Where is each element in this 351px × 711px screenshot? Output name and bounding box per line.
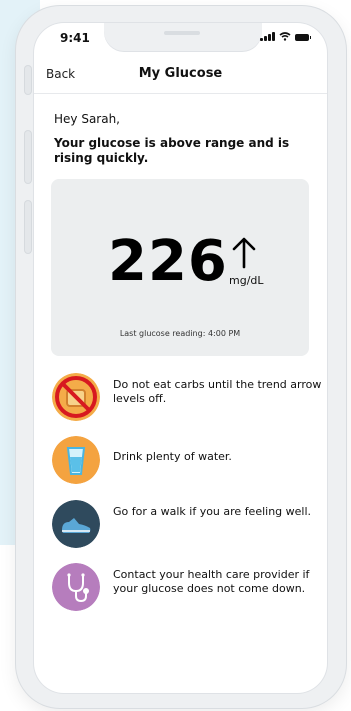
glucose-reading-card: 226 mg/dL Last glucose reading: 4:00 PM <box>51 179 309 356</box>
last-reading-time: Last glucose reading: 4:00 PM <box>119 329 241 338</box>
no-carbs-icon <box>52 373 100 421</box>
rising-trend-arrow-icon <box>232 237 256 269</box>
tip-text: Contact your health care provider if you… <box>113 568 310 595</box>
phone-notch <box>104 23 262 51</box>
signal-icon <box>260 32 275 41</box>
nav-bar: Back My Glucose <box>34 57 327 94</box>
page-title: My Glucose <box>138 66 223 81</box>
glucose-unit: mg/dL <box>229 274 264 287</box>
app-screen: 9:41 Back My Glucose Hey Sarah, Your glu… <box>34 23 327 693</box>
speaker <box>164 31 200 35</box>
tip-item: Drink plenty of water. <box>52 436 322 490</box>
tip-text: Drink plenty of water. <box>113 450 232 463</box>
status-time: 9:41 <box>60 31 90 45</box>
tip-text: Do not eat carbs until the trend arrow l… <box>113 378 322 405</box>
phone-volume-up-button <box>25 131 31 183</box>
greeting: Hey Sarah, <box>54 112 120 126</box>
phone-side-button <box>25 66 31 94</box>
wifi-icon <box>279 32 291 41</box>
phone-volume-down-button <box>25 201 31 253</box>
tip-text: Go for a walk if you are feeling well. <box>113 505 312 518</box>
water-glass-icon <box>52 436 100 484</box>
battery-icon <box>295 34 311 41</box>
glucose-status-headline: Your glucose is above range and is risin… <box>54 136 290 165</box>
stethoscope-icon <box>52 563 100 611</box>
glucose-value: 226 <box>108 229 228 294</box>
tip-item: Go for a walk if you are feeling well. <box>52 500 322 554</box>
tip-item: Contact your health care provider if you… <box>52 563 322 617</box>
shoe-icon <box>52 500 100 548</box>
tip-item: Do not eat carbs until the trend arrow l… <box>52 373 322 427</box>
status-icons <box>260 32 311 41</box>
